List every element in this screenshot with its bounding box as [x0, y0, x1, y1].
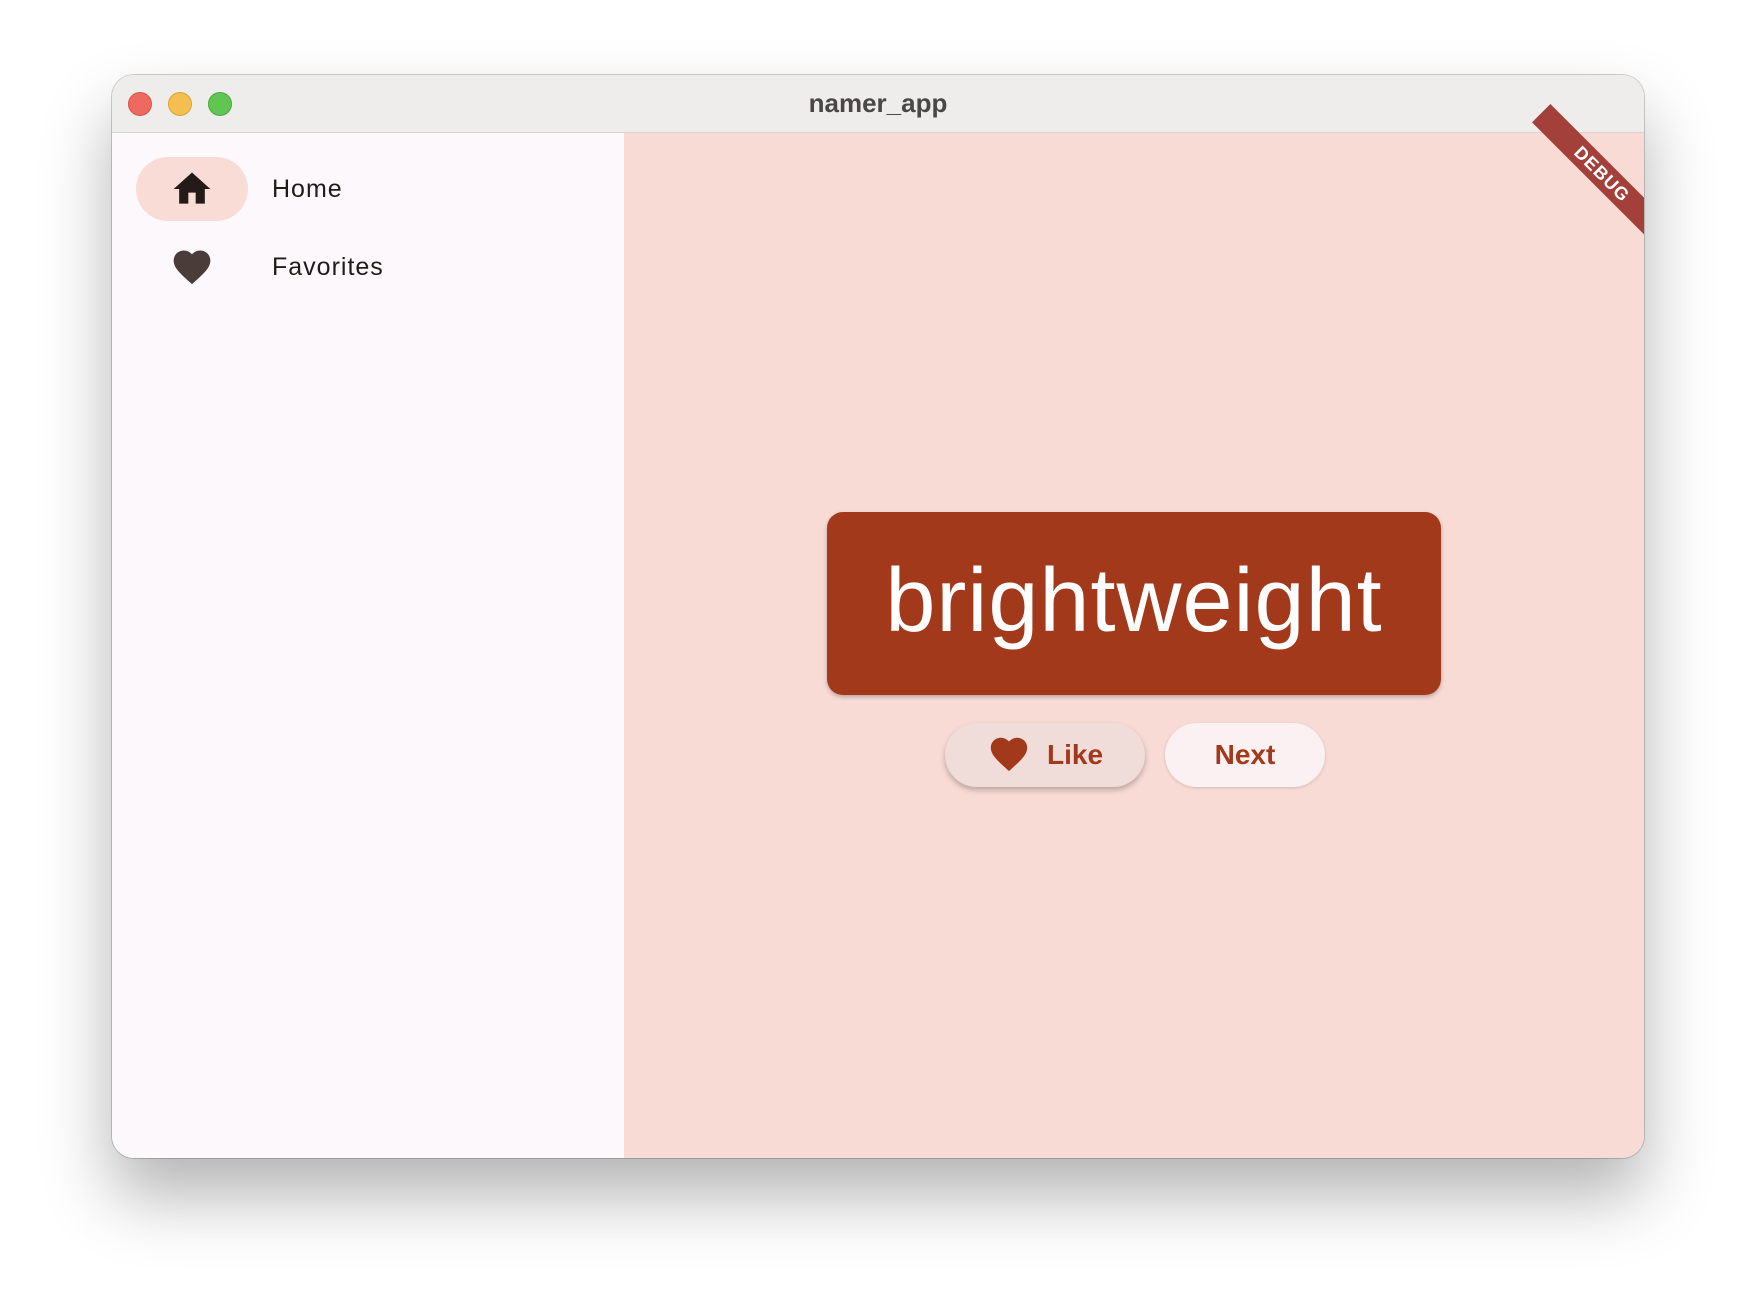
- heart-icon: [990, 737, 1028, 772]
- app-window: namer_app Home Favorites DEBUG brightwei…: [112, 75, 1644, 1158]
- like-button-label: Like: [1046, 739, 1104, 770]
- generator-page: DEBUG brightweight Like Next: [624, 103, 1644, 1158]
- word-pair-card: brightweight: [827, 512, 1441, 695]
- home-icon: [173, 172, 211, 204]
- next-button-label: Next: [1214, 739, 1276, 770]
- navigation-rail: Home Favorites: [112, 133, 624, 1158]
- next-button[interactable]: Next: [1165, 723, 1325, 787]
- title-bar: namer_app: [112, 75, 1644, 133]
- heart-icon: [173, 250, 211, 285]
- like-button[interactable]: Like: [945, 723, 1145, 787]
- word-pair-text: brightweight: [885, 551, 1383, 651]
- nav-item-label: Home: [272, 175, 343, 203]
- window-title: namer_app: [808, 88, 948, 118]
- nav-item-label: Favorites: [272, 253, 384, 281]
